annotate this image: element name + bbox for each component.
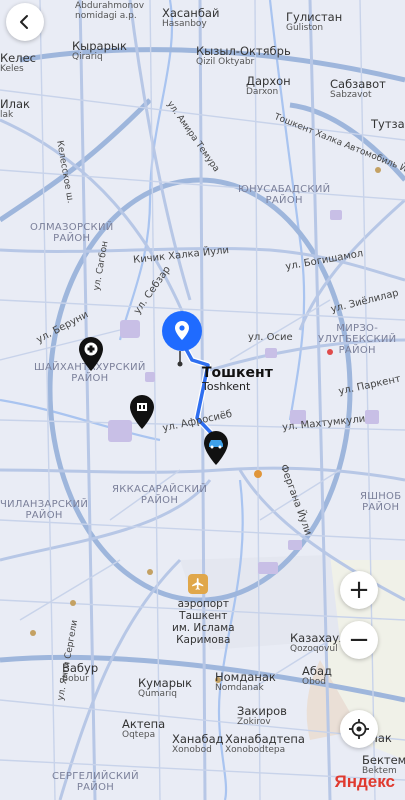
airport-icon	[188, 574, 208, 594]
place-label: Дархон Darxon	[246, 74, 291, 97]
place-label: Кырарык Qirariq	[72, 39, 127, 62]
back-button[interactable]	[6, 3, 44, 41]
district-label: СЕРГЕЛИЙСКИЙ РАЙОН	[52, 771, 139, 793]
yandex-logo: Яндекс	[334, 772, 395, 791]
minus-icon: −	[348, 625, 370, 655]
district-label: ЯШНОБ РАЙОН	[360, 491, 402, 513]
zoom-out-button[interactable]: −	[340, 621, 378, 659]
airport-label: аэропорт Ташкент им. Ислама Каримова	[172, 598, 235, 647]
location-pin-icon[interactable]	[161, 310, 203, 373]
hospital-pin-icon[interactable]	[78, 336, 104, 377]
place-label: Ханабад Xonobod	[172, 732, 224, 755]
place-label: Казахаул Qozoqovul	[290, 631, 347, 654]
my-location-button[interactable]	[340, 710, 378, 748]
place-label: Хасанбай Hasanboy	[162, 6, 220, 29]
place-label: Гулистан Guliston	[286, 10, 343, 33]
place-label: Кызыл-Октябрь Qizil Oktyabr	[196, 44, 291, 67]
place-label: Тутзар	[371, 117, 405, 131]
district-label: МИРЗО- УЛУГБЕКСКИЙ РАЙОН	[318, 323, 397, 356]
place-label: Илак lak	[0, 97, 30, 120]
place-label: Абад Obod	[302, 664, 332, 687]
city-label: Тошкент Toshkent	[202, 365, 273, 394]
bank-pin-icon[interactable]	[129, 394, 155, 435]
place-label: Актепа Oqtepa	[122, 717, 166, 740]
plus-icon: +	[348, 575, 370, 605]
zoom-in-button[interactable]: +	[340, 571, 378, 609]
district-label: ЯККАСАРАЙСКИЙ РАЙОН	[112, 484, 208, 506]
place-label: Abdurahmonov nomidagi a.p.	[75, 1, 145, 21]
place-label: Номданак Nomdanak	[215, 670, 276, 693]
crosshair-icon	[349, 719, 369, 739]
car-pin-icon[interactable]	[203, 430, 229, 471]
place-label: Келес Keles	[0, 51, 36, 74]
place-label: Кумарык Qumariq	[138, 676, 193, 699]
place-label: Ханабадтепа Xonobodtepa	[225, 732, 305, 755]
district-label: ЧИЛАНЗАРСКИЙ РАЙОН	[0, 499, 89, 521]
street-label: ул. Осие	[248, 332, 293, 343]
district-label: ЮНУСАБАДСКИЙ РАЙОН	[238, 184, 331, 206]
place-label: Сабзавот Sabzavot	[330, 77, 386, 100]
chevron-left-icon	[20, 15, 28, 29]
place-label: Закиров Zokirov	[237, 704, 287, 727]
map-view[interactable]: Abdurahmonov nomidagi a.p. Хасанбай Hasanb…	[0, 0, 405, 800]
